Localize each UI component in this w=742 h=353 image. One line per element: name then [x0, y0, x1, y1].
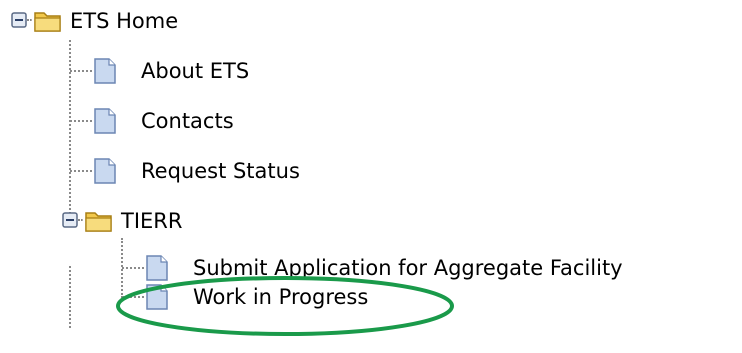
- tree-node-label: ETS Home: [70, 9, 179, 33]
- tree-node-label: Request Status: [141, 159, 300, 183]
- tree-connector: [78, 219, 83, 221]
- tree-node-contacts[interactable]: Contacts: [92, 106, 292, 136]
- tree-node-tierr[interactable]: TIERR: [59, 205, 239, 237]
- tree-node-label: About ETS: [141, 59, 250, 83]
- tree-node-label: TIERR: [121, 209, 183, 233]
- tree-node-ets-home[interactable]: ETS Home: [8, 6, 238, 36]
- page-icon: [94, 108, 116, 134]
- tree-connector: [70, 170, 92, 172]
- highlight-ellipse: [116, 276, 454, 336]
- tree-view: ETS Home About ETS Contacts Request Stat…: [0, 0, 742, 353]
- tree-node-request-status[interactable]: Request Status: [92, 156, 352, 186]
- tree-connector: [69, 40, 71, 218]
- collapse-toggle-icon[interactable]: [62, 212, 78, 228]
- tree-node-about-ets[interactable]: About ETS: [92, 56, 292, 86]
- tree-connector: [70, 70, 92, 72]
- tree-connector: [122, 267, 144, 269]
- tree-connector: [69, 266, 71, 328]
- folder-open-icon: [85, 212, 112, 232]
- page-icon: [94, 58, 116, 84]
- page-icon: [94, 158, 116, 184]
- collapse-toggle-icon[interactable]: [11, 12, 27, 28]
- tree-connector: [70, 120, 92, 122]
- tree-connector: [27, 19, 32, 21]
- tree-node-label: Contacts: [141, 109, 234, 133]
- folder-open-icon: [34, 12, 61, 32]
